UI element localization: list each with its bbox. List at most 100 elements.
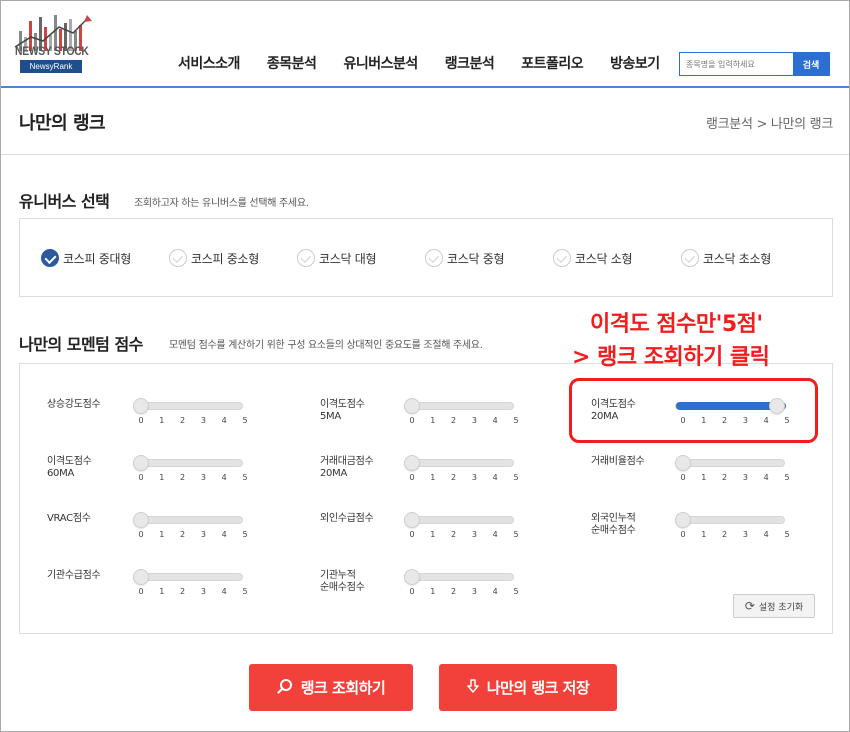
- slider-label-line: 기관누적: [320, 570, 356, 581]
- slider-label: 이격도점수 60MA: [47, 456, 92, 480]
- slider-track[interactable]: [404, 569, 514, 585]
- slider-tick-label: 4: [763, 530, 769, 539]
- slider-tick-label: 5: [784, 530, 790, 539]
- slider-label-line: 거래비율점수: [591, 456, 645, 467]
- nav-item-stock-analysis[interactable]: 종목분석: [267, 53, 317, 73]
- slider-tick-labels: 0 1 2 3 4 5: [138, 416, 257, 428]
- breadcrumb: 랭크분석 > 나만의 랭크: [705, 117, 833, 132]
- unchecked-circle-icon: [169, 249, 187, 267]
- slider-tick-label: 3: [200, 530, 206, 539]
- slider-label-line: VRAC점수: [47, 513, 91, 524]
- slider-label-line: 순매수점수: [320, 582, 365, 593]
- slider-tick-label: 3: [471, 416, 477, 425]
- universe-option-kosdaq-large[interactable]: 코스닥 대형: [297, 249, 377, 267]
- slider-knob[interactable]: [133, 569, 149, 585]
- slider-tick-label: 5: [513, 530, 519, 539]
- slider-label-line: 상승강도점수: [47, 399, 101, 410]
- slider-tick-label: 4: [221, 587, 227, 596]
- slider-knob[interactable]: [675, 455, 691, 471]
- slider-tick-label: 5: [242, 587, 248, 596]
- reset-label: 설정 초기화: [758, 602, 804, 613]
- slider-knob[interactable]: [133, 512, 149, 528]
- page-title: 나만의 랭크: [19, 113, 106, 134]
- slider-knob[interactable]: [404, 512, 420, 528]
- slider-track[interactable]: [133, 569, 243, 585]
- rank-query-button[interactable]: 랭크 조회하기: [249, 664, 413, 711]
- slider-tick-label: 3: [200, 473, 206, 482]
- nav-item-rank-analysis[interactable]: 랭크분석: [445, 53, 495, 73]
- slider-label: 상승강도점수: [47, 399, 101, 411]
- universe-option-label: 코스닥 대형: [319, 251, 377, 266]
- momentum-section-title: 나만의 모멘텀 점수: [19, 335, 143, 354]
- slider-tick-label: 2: [180, 530, 186, 539]
- slider-tick-labels: 0 1 2 3 4 5: [138, 530, 257, 542]
- slider-track[interactable]: [404, 455, 514, 471]
- slider-knob[interactable]: [404, 455, 420, 471]
- site-header: NEWSY STOCK NewsyRank 서비스소개 종목분석 유니버스분석 …: [1, 1, 849, 88]
- slider-tick-label: 3: [200, 416, 206, 425]
- slider-tick-label: 3: [742, 473, 748, 482]
- slider-tick-labels: 0 1 2 3 4 5: [138, 587, 257, 599]
- slider-knob[interactable]: [404, 569, 420, 585]
- slider-tick-label: 2: [180, 587, 186, 596]
- slider-tick-label: 1: [430, 530, 436, 539]
- slider-tick-label: 0: [409, 416, 415, 425]
- slider-track[interactable]: [133, 398, 243, 414]
- arrow-down-icon: [466, 678, 479, 697]
- universe-option-kosdaq-micro[interactable]: 코스닥 초소형: [681, 249, 771, 267]
- slider-tick-label: 4: [492, 530, 498, 539]
- slider-tick-label: 5: [242, 530, 248, 539]
- nav-item-universe-analysis[interactable]: 유니버스분석: [343, 53, 418, 73]
- slider-knob[interactable]: [675, 512, 691, 528]
- slider-label-line: 20MA: [320, 468, 347, 479]
- slider-tick-labels: 0 1 2 3 4 5: [680, 473, 799, 485]
- refresh-icon: ⟳: [744, 599, 755, 613]
- slider-tick-label: 3: [471, 530, 477, 539]
- slider-tick-label: 2: [451, 587, 457, 596]
- slider-track[interactable]: [133, 512, 243, 528]
- slider-tick-labels: 0 1 2 3 4 5: [680, 530, 799, 542]
- slider-label-line: 이격도점수: [320, 399, 365, 410]
- slider-track[interactable]: [675, 512, 785, 528]
- unchecked-circle-icon: [297, 249, 315, 267]
- annotation-line-2: > 랭크 조회하기 클릭: [572, 345, 770, 370]
- slider-label-line: 외국인누적: [591, 513, 636, 524]
- slider-track[interactable]: [404, 398, 514, 414]
- nav-item-portfolio[interactable]: 포트폴리오: [521, 53, 583, 73]
- slider-label: 외인수급점수: [320, 513, 374, 525]
- slider-label: 기관누적 순매수점수: [320, 570, 365, 594]
- reset-settings-button[interactable]: ⟳ 설정 초기화: [733, 594, 815, 618]
- slider-tick-label: 4: [221, 530, 227, 539]
- slider-tick-label: 5: [242, 416, 248, 425]
- slider-knob[interactable]: [404, 398, 420, 414]
- slider-tick-label: 4: [492, 587, 498, 596]
- annotation-line-1: 이격도 점수만'5점': [590, 312, 763, 337]
- universe-option-kosdaq-small[interactable]: 코스닥 소형: [553, 249, 633, 267]
- slider-tick-labels: 0 1 2 3 4 5: [138, 473, 257, 485]
- nav-item-service-intro[interactable]: 서비스소개: [178, 53, 240, 73]
- nav-item-broadcast[interactable]: 방송보기: [610, 53, 660, 73]
- search-button[interactable]: 검색: [793, 53, 829, 75]
- universe-option-kospi-small-mid[interactable]: 코스피 중소형: [169, 249, 259, 267]
- slider-label-line: 순매수점수: [591, 525, 636, 536]
- slider-knob[interactable]: [133, 398, 149, 414]
- slider-tick-label: 1: [430, 473, 436, 482]
- slider-tick-label: 5: [513, 587, 519, 596]
- universe-option-kosdaq-mid[interactable]: 코스닥 중형: [425, 249, 505, 267]
- slider-label-line: 외인수급점수: [320, 513, 374, 524]
- slider-tick-label: 3: [742, 530, 748, 539]
- slider-knob[interactable]: [133, 455, 149, 471]
- slider-tick-label: 4: [492, 473, 498, 482]
- slider-track[interactable]: [133, 455, 243, 471]
- slider-tick-label: 3: [471, 473, 477, 482]
- universe-options-box: 코스피 중대형 코스피 중소형 코스닥 대형 코스닥 중형 코스닥 소형 코스닥…: [19, 218, 833, 297]
- universe-section-description: 조회하고자 하는 유니버스를 선택해 주세요.: [134, 198, 309, 209]
- slider-track[interactable]: [404, 512, 514, 528]
- save-my-rank-button[interactable]: 나만의 랭크 저장: [439, 664, 617, 711]
- slider-track[interactable]: [675, 455, 785, 471]
- slider-tick-label: 1: [701, 530, 707, 539]
- universe-option-kospi-large-mid[interactable]: 코스피 중대형: [41, 249, 131, 267]
- search-input[interactable]: [680, 53, 793, 75]
- slider-tick-label: 1: [430, 587, 436, 596]
- slider-tick-label: 0: [138, 473, 144, 482]
